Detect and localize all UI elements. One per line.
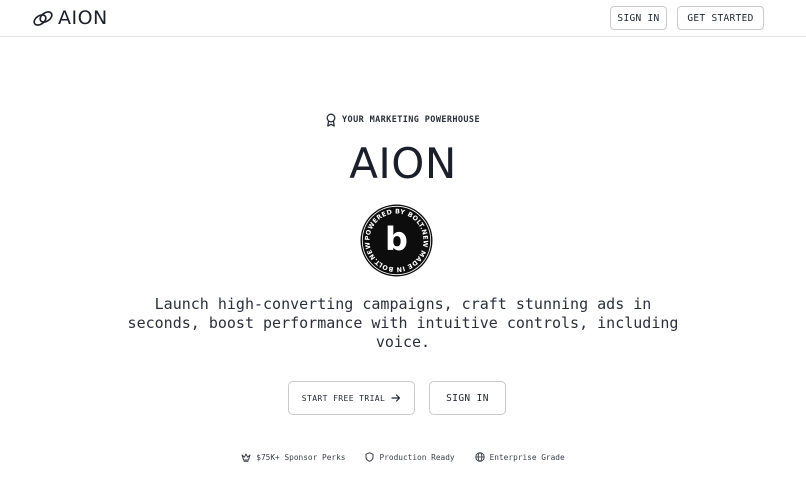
feature-label: $75K+ Sponsor Perks — [256, 452, 346, 462]
start-free-trial-button[interactable]: START FREE TRIAL — [288, 381, 415, 415]
shield-icon — [365, 452, 374, 462]
crown-icon — [241, 453, 251, 462]
feature-label: Enterprise Grade — [489, 452, 565, 462]
start-free-trial-label: START FREE TRIAL — [301, 393, 386, 403]
bolt-badge[interactable]: POWERED BY BOLT.NEW MADE IN BOLT.NEW b — [360, 204, 433, 277]
feature-enterprise-grade: Enterprise Grade — [474, 452, 565, 462]
hero-description: Launch high-converting campaigns, craft … — [127, 295, 679, 351]
badge-center-letter: b — [385, 220, 408, 258]
hero-title: AION — [349, 139, 457, 188]
globe-icon — [474, 452, 485, 462]
arrow-right-icon — [391, 394, 401, 402]
feature-label: Production Ready — [379, 452, 455, 462]
feature-sponsor-perks: $75K+ Sponsor Perks — [241, 452, 345, 462]
hero-signin-button[interactable]: SIGN IN — [429, 381, 506, 415]
tagline: YOUR MARKETING POWERHOUSE — [0, 113, 806, 127]
aion-logo-icon — [33, 11, 53, 26]
features-row: $75K+ Sponsor Perks Production Ready Ent… — [0, 452, 806, 462]
feature-production-ready: Production Ready — [365, 452, 455, 462]
top-navbar: AION SIGN IN GET STARTED — [0, 0, 806, 37]
header-signin-button[interactable]: SIGN IN — [610, 6, 667, 30]
logo-text: AION — [58, 7, 108, 29]
header-get-started-button[interactable]: GET STARTED — [677, 6, 764, 30]
tagline-text: YOUR MARKETING POWERHOUSE — [342, 115, 480, 125]
logo[interactable]: AION — [32, 7, 108, 29]
award-icon — [326, 113, 336, 127]
